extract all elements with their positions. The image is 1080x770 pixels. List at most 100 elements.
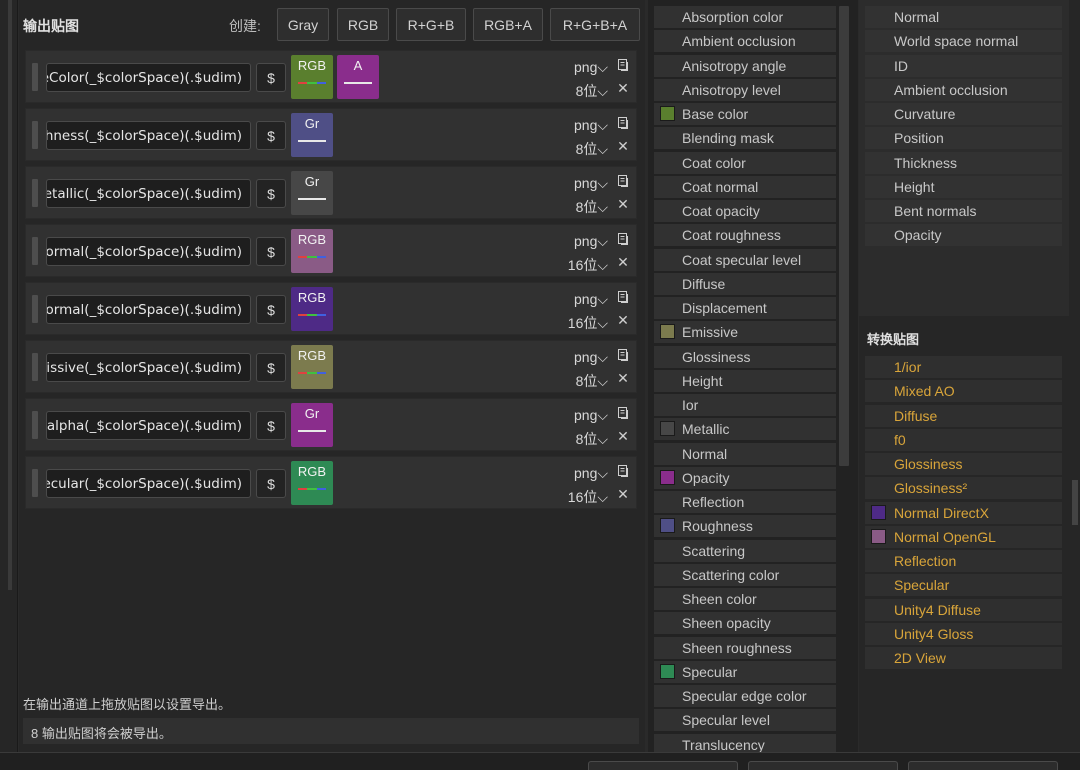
format-dropdown[interactable]: png⌵ <box>566 291 608 308</box>
mesh-map-item[interactable]: Ambient occlusion <box>865 78 1062 101</box>
converted-map-item[interactable]: Normal DirectX <box>865 501 1062 524</box>
channel-list-item[interactable]: Scattering <box>654 539 836 562</box>
drag-handle[interactable] <box>32 63 38 91</box>
bit-depth-dropdown[interactable]: 8位⌵ <box>551 81 608 101</box>
channel-list-item[interactable]: Absorption color <box>654 6 836 28</box>
channel-chip[interactable]: Gr <box>291 403 333 447</box>
channel-list-item[interactable]: Base color <box>654 103 836 125</box>
map-name-input[interactable]: pecular(_$colorSpace)(.$udim) <box>46 469 251 498</box>
copy-icon[interactable] <box>616 290 630 304</box>
channel-list-item[interactable]: Sheen opacity <box>654 612 836 635</box>
format-dropdown[interactable]: png⌵ <box>566 175 608 192</box>
channel-list-item[interactable]: Specular level <box>654 709 836 732</box>
channel-list-item[interactable]: Roughness <box>654 515 836 538</box>
bit-depth-dropdown[interactable]: 16位⌵ <box>551 255 608 275</box>
map-name-input[interactable]: Normal(_$colorSpace)(.$udim) <box>46 237 251 266</box>
close-icon[interactable]: ✕ <box>616 429 630 443</box>
bit-depth-dropdown[interactable]: 8位⌵ <box>551 197 608 217</box>
variable-button[interactable]: $ <box>256 179 286 208</box>
channel-chip[interactable]: RGB <box>291 461 333 505</box>
close-icon[interactable]: ✕ <box>616 197 630 211</box>
channel-list-item[interactable]: Anisotropy level <box>654 78 836 101</box>
channel-list-item[interactable]: Blending mask <box>654 127 836 150</box>
channel-list-item[interactable]: Coat color <box>654 151 836 174</box>
drag-handle[interactable] <box>32 353 38 381</box>
bottom-button-2[interactable] <box>748 761 898 770</box>
format-dropdown[interactable]: png⌵ <box>566 59 608 76</box>
channel-list-scrollbar[interactable] <box>839 6 849 466</box>
channel-list-item[interactable]: Specular edge color <box>654 685 836 707</box>
channel-list-item[interactable]: Coat opacity <box>654 200 836 222</box>
variable-button[interactable]: $ <box>256 121 286 150</box>
map-name-input[interactable]: _alpha(_$colorSpace)(.$udim) <box>46 411 251 440</box>
variable-button[interactable]: $ <box>256 63 286 92</box>
converted-map-item[interactable]: Glossiness² <box>865 477 1062 500</box>
converted-map-item[interactable]: Reflection <box>865 550 1062 572</box>
variable-button[interactable]: $ <box>256 237 286 266</box>
bottom-button-1[interactable] <box>588 761 738 770</box>
mesh-map-item[interactable]: Opacity <box>865 224 1062 247</box>
drag-handle[interactable] <box>32 469 38 497</box>
channel-list-item[interactable]: Specular <box>654 660 836 683</box>
copy-icon[interactable] <box>616 116 630 130</box>
right-scrollbar[interactable] <box>1072 480 1078 525</box>
variable-button[interactable]: $ <box>256 411 286 440</box>
create-rgb-a-button[interactable]: RGB+A <box>473 8 543 41</box>
drag-handle[interactable] <box>32 295 38 323</box>
map-name-input[interactable]: eColor(_$colorSpace)(.$udim) <box>46 63 251 92</box>
bit-depth-dropdown[interactable]: 16位⌵ <box>551 487 608 507</box>
channel-list-item[interactable]: Normal <box>654 442 836 465</box>
format-dropdown[interactable]: png⌵ <box>566 407 608 424</box>
channel-list-item[interactable]: Metallic <box>654 418 836 441</box>
format-dropdown[interactable]: png⌵ <box>566 117 608 134</box>
close-icon[interactable]: ✕ <box>616 371 630 385</box>
converted-map-item[interactable]: f0 <box>865 428 1062 451</box>
channel-list-item[interactable]: Opacity <box>654 466 836 489</box>
drag-handle[interactable] <box>32 237 38 265</box>
mesh-map-item[interactable]: Bent normals <box>865 200 1062 222</box>
drag-handle[interactable] <box>32 121 38 149</box>
format-dropdown[interactable]: png⌵ <box>566 465 608 482</box>
copy-icon[interactable] <box>616 464 630 478</box>
converted-map-item[interactable]: Mixed AO <box>865 380 1062 403</box>
bottom-button-3[interactable] <box>908 761 1058 770</box>
bit-depth-dropdown[interactable]: 16位⌵ <box>551 313 608 333</box>
close-icon[interactable]: ✕ <box>616 313 630 327</box>
channel-list-item[interactable]: Height <box>654 369 836 392</box>
channel-list-item[interactable]: Scattering color <box>654 563 836 586</box>
close-icon[interactable]: ✕ <box>616 255 630 269</box>
channel-list-item[interactable]: Sheen color <box>654 588 836 610</box>
copy-icon[interactable] <box>616 348 630 362</box>
converted-map-item[interactable]: Unity4 Diffuse <box>865 598 1062 621</box>
map-name-input[interactable]: letallic(_$colorSpace)(.$udim) <box>46 179 251 208</box>
channel-list-item[interactable]: Displacement <box>654 297 836 319</box>
channel-chip[interactable]: Gr <box>291 113 333 157</box>
bit-depth-dropdown[interactable]: 8位⌵ <box>551 429 608 449</box>
map-name-input[interactable]: nissive(_$colorSpace)(.$udim) <box>46 353 251 382</box>
channel-chip[interactable]: RGB <box>291 345 333 389</box>
variable-button[interactable]: $ <box>256 469 286 498</box>
converted-map-item[interactable]: Glossiness <box>865 453 1062 475</box>
left-scrollbar[interactable] <box>8 0 12 590</box>
converted-map-item[interactable]: Specular <box>865 574 1062 597</box>
converted-map-item[interactable]: 1/ior <box>865 356 1062 378</box>
close-icon[interactable]: ✕ <box>616 139 630 153</box>
drag-handle[interactable] <box>32 411 38 439</box>
channel-list-item[interactable]: Coat normal <box>654 175 836 198</box>
channel-list-item[interactable]: Diffuse <box>654 272 836 295</box>
channel-list-item[interactable]: Sheen roughness <box>654 636 836 659</box>
converted-map-item[interactable]: Diffuse <box>865 404 1062 427</box>
channel-chip[interactable]: RGB <box>291 229 333 273</box>
mesh-map-item[interactable]: Position <box>865 127 1062 150</box>
copy-icon[interactable] <box>616 58 630 72</box>
mesh-map-item[interactable]: Normal <box>865 6 1062 28</box>
bit-depth-dropdown[interactable]: 8位⌵ <box>551 371 608 391</box>
channel-list-item[interactable]: Anisotropy angle <box>654 54 836 77</box>
channel-list-item[interactable]: Reflection <box>654 491 836 513</box>
copy-icon[interactable] <box>616 406 630 420</box>
mesh-map-item[interactable]: World space normal <box>865 30 1062 53</box>
variable-button[interactable]: $ <box>256 295 286 324</box>
drag-handle[interactable] <box>32 179 38 207</box>
channel-list-item[interactable]: Coat roughness <box>654 224 836 247</box>
converted-map-item[interactable]: Unity4 Gloss <box>865 622 1062 645</box>
